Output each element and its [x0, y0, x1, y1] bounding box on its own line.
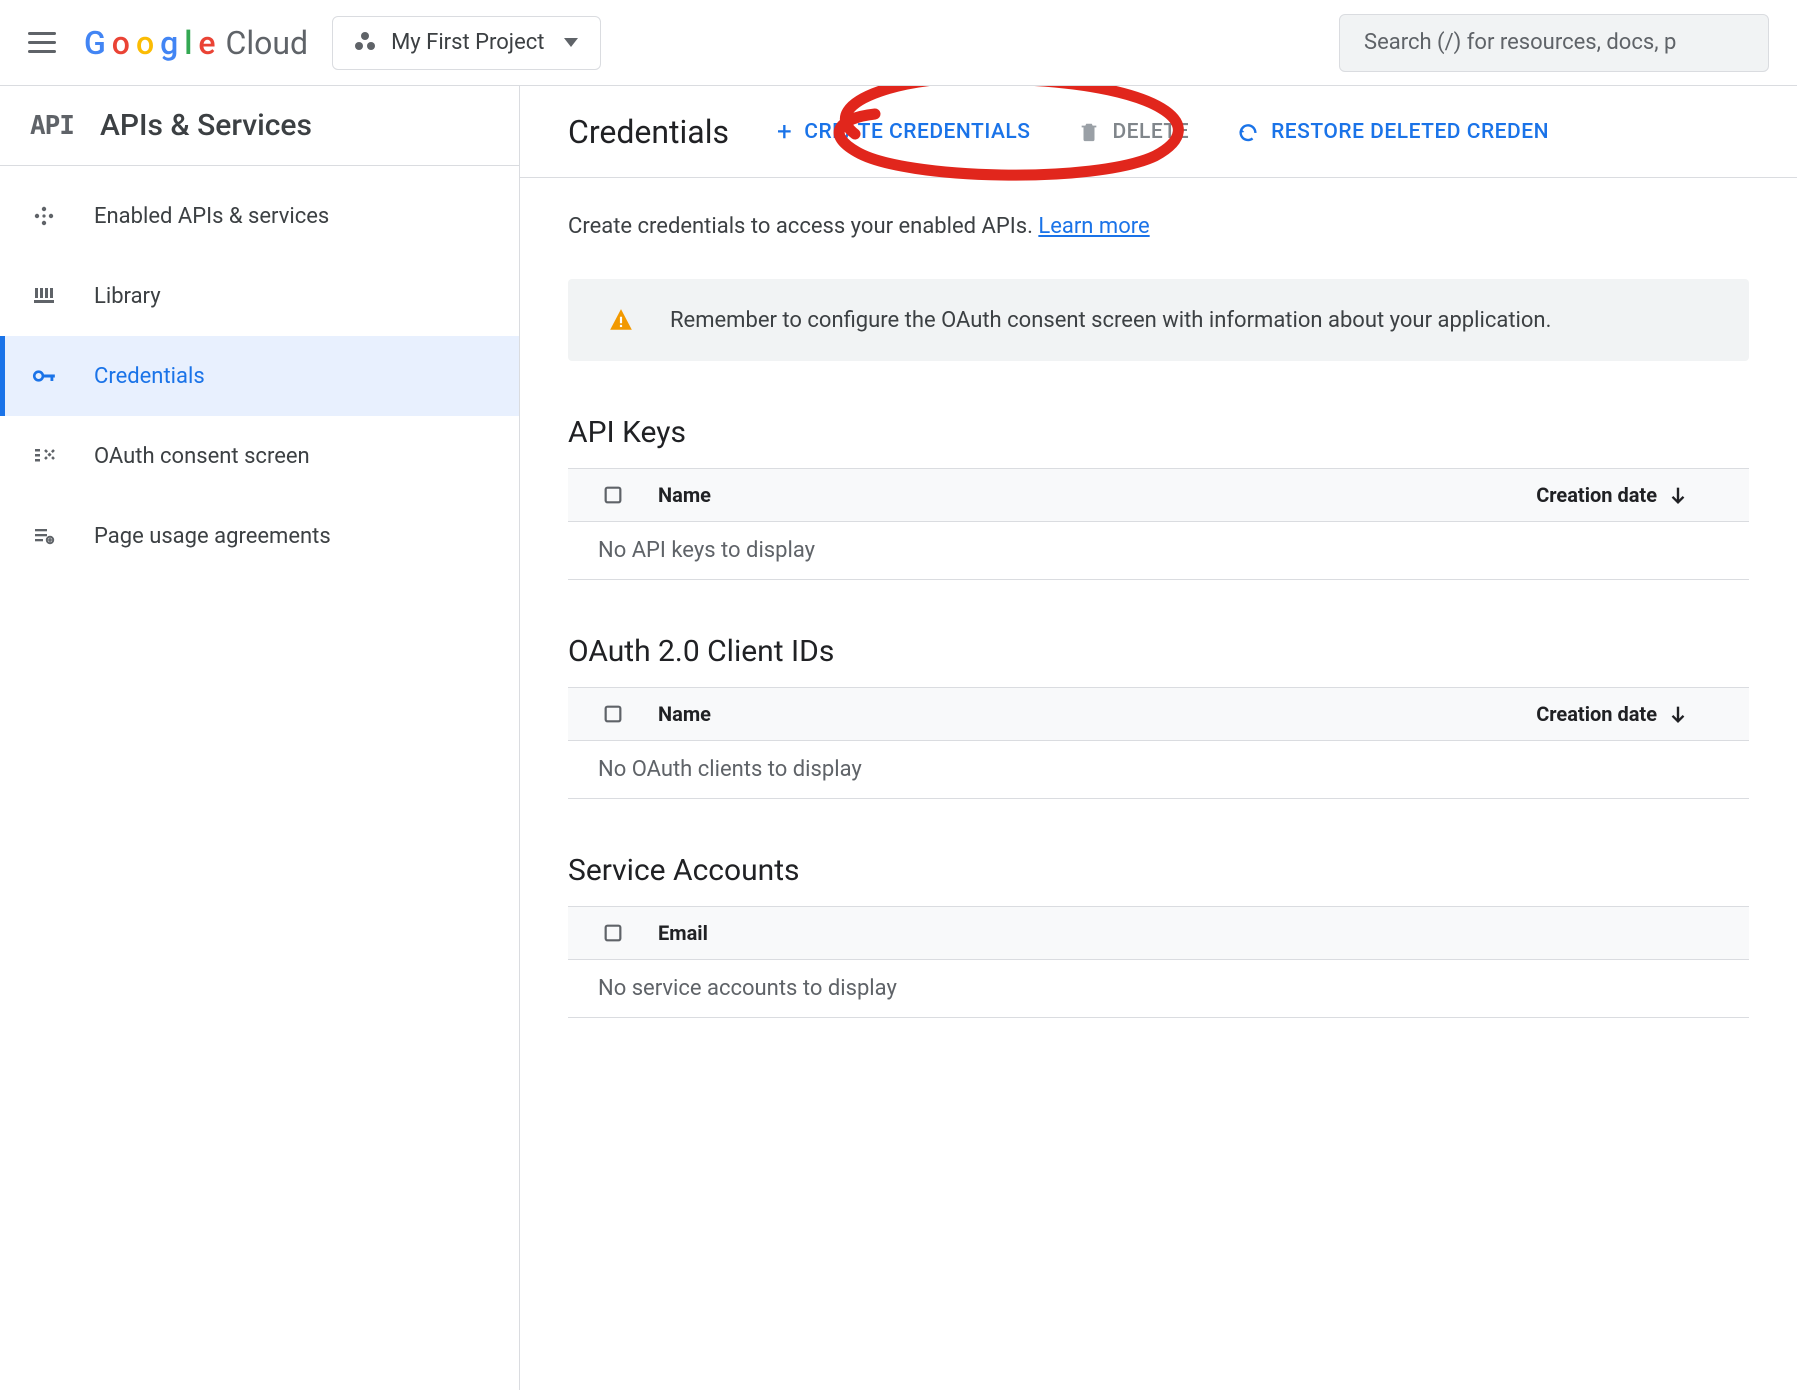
delete-label: DELETE: [1112, 120, 1189, 144]
column-email[interactable]: Email: [658, 921, 1749, 945]
select-all-checkbox[interactable]: [568, 484, 658, 506]
sidebar-header[interactable]: API APIs & Services: [0, 86, 519, 166]
trash-icon: [1078, 121, 1100, 143]
top-header: Google Cloud My First Project Search (/)…: [0, 0, 1797, 86]
sidebar-item-label: Credentials: [94, 364, 205, 389]
sidebar-item-enabled-apis[interactable]: Enabled APIs & services: [0, 176, 519, 256]
sidebar-item-agreements[interactable]: Page usage agreements: [0, 496, 519, 576]
sidebar-title: APIs & Services: [100, 108, 312, 143]
alert-text: Remember to configure the OAuth consent …: [670, 308, 1551, 333]
section-title-service: Service Accounts: [568, 853, 1749, 888]
undo-icon: [1237, 121, 1259, 143]
sidebar-item-label: Library: [94, 284, 161, 309]
sidebar-item-label: Enabled APIs & services: [94, 204, 329, 229]
table-header-apikeys: Name Creation date: [568, 468, 1749, 522]
restore-button[interactable]: RESTORE DELETED CREDEN: [1237, 120, 1549, 144]
arrow-down-icon: [1667, 484, 1689, 506]
sidebar-item-credentials[interactable]: Credentials: [0, 336, 519, 416]
column-creation-date[interactable]: Creation date: [1536, 483, 1749, 507]
create-credentials-label: CREATE CREDENTIALS: [804, 120, 1030, 144]
sidebar-item-oauth-consent[interactable]: OAuth consent screen: [0, 416, 519, 496]
chevron-down-icon: [564, 38, 578, 47]
page-subtext: Create credentials to access your enable…: [568, 214, 1749, 239]
table-header-service: Email: [568, 906, 1749, 960]
arrow-down-icon: [1667, 703, 1689, 725]
section-title-apikeys: API Keys: [568, 415, 1749, 450]
main-header: Credentials + CREATE CREDENTIALS DELETE …: [520, 86, 1797, 178]
create-credentials-button[interactable]: + CREATE CREDENTIALS: [777, 119, 1030, 145]
section-title-oauth: OAuth 2.0 Client IDs: [568, 634, 1749, 669]
page-title: Credentials: [568, 113, 729, 151]
select-all-checkbox[interactable]: [568, 922, 658, 944]
oauth-alert: Remember to configure the OAuth consent …: [568, 279, 1749, 361]
column-name[interactable]: Name: [658, 702, 1536, 726]
search-placeholder: Search (/) for resources, docs, p: [1364, 30, 1676, 55]
sidebar-item-library[interactable]: Library: [0, 256, 519, 336]
api-icon: API: [30, 111, 74, 141]
google-cloud-logo[interactable]: Google Cloud: [84, 24, 308, 62]
diamond-icon: [30, 204, 58, 228]
project-dots-icon: [355, 32, 377, 54]
warning-icon: [608, 307, 634, 333]
delete-button[interactable]: DELETE: [1078, 120, 1189, 144]
plus-icon: +: [777, 119, 792, 145]
hamburger-menu-icon[interactable]: [28, 27, 60, 59]
agreement-icon: [30, 524, 58, 548]
sidebar: API APIs & Services Enabled APIs & servi…: [0, 86, 520, 1390]
empty-row-apikeys: No API keys to display: [568, 522, 1749, 580]
column-creation-date[interactable]: Creation date: [1536, 702, 1749, 726]
empty-row-oauth: No OAuth clients to display: [568, 741, 1749, 799]
empty-row-service: No service accounts to display: [568, 960, 1749, 1018]
project-name: My First Project: [391, 30, 544, 55]
cloud-word: Cloud: [226, 24, 309, 62]
learn-more-link[interactable]: Learn more: [1038, 214, 1149, 239]
sidebar-item-label: OAuth consent screen: [94, 444, 310, 469]
library-icon: [30, 284, 58, 308]
consent-icon: [30, 444, 58, 468]
search-input[interactable]: Search (/) for resources, docs, p: [1339, 14, 1769, 72]
select-all-checkbox[interactable]: [568, 703, 658, 725]
column-name[interactable]: Name: [658, 483, 1536, 507]
table-header-oauth: Name Creation date: [568, 687, 1749, 741]
restore-label: RESTORE DELETED CREDEN: [1271, 120, 1549, 144]
key-icon: [30, 363, 58, 389]
sidebar-item-label: Page usage agreements: [94, 524, 331, 549]
project-picker[interactable]: My First Project: [332, 16, 601, 70]
